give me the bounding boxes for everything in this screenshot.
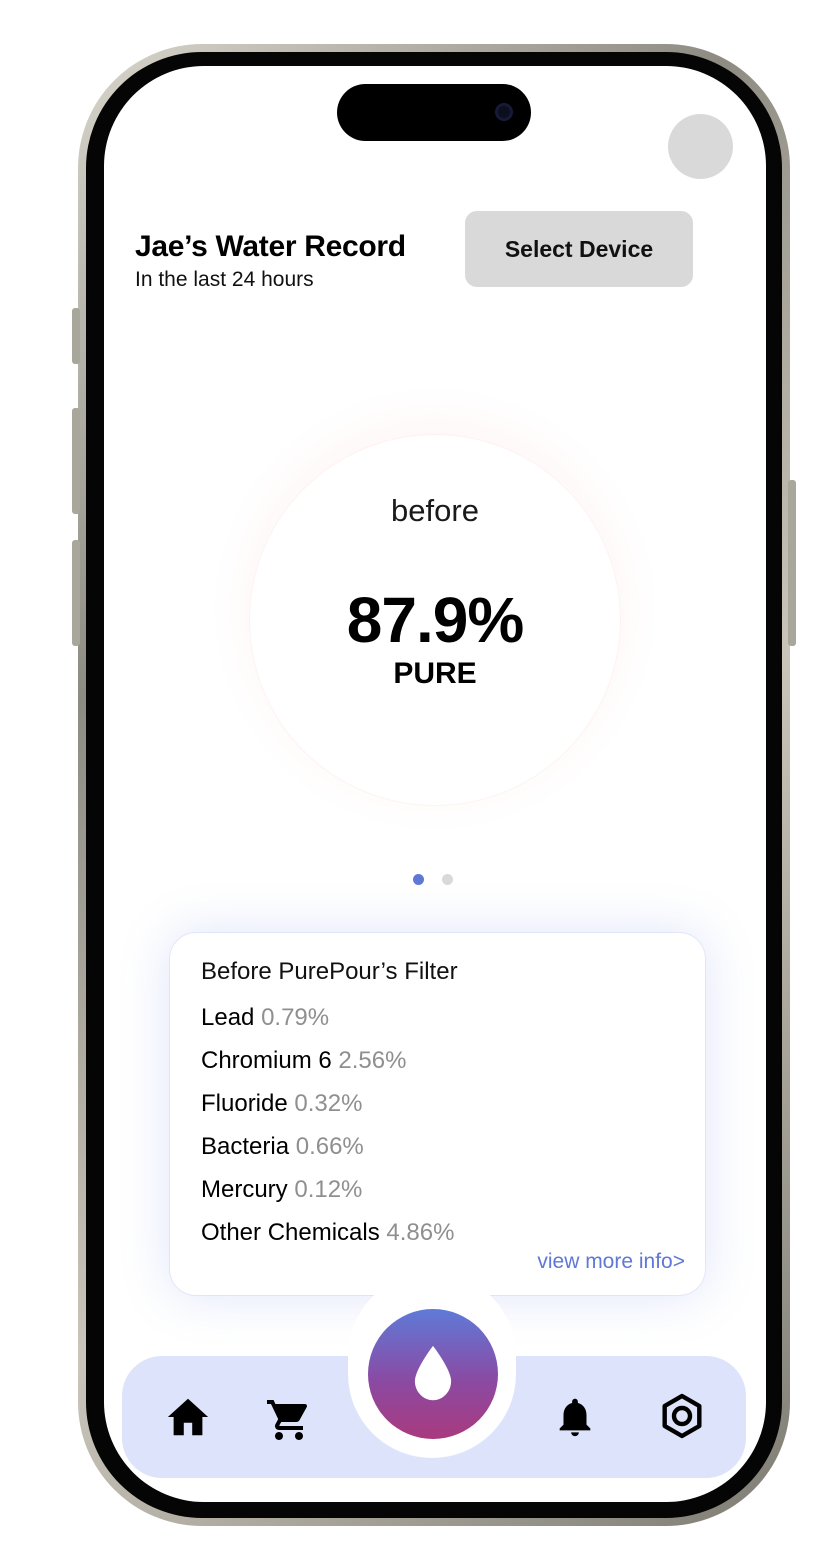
power-button [788, 480, 796, 646]
list-item: Mercury 0.12% [201, 1175, 454, 1218]
page-subtitle: In the last 24 hours [135, 268, 314, 291]
list-item: Bacteria 0.66% [201, 1132, 454, 1175]
contaminant-name: Other Chemicals [201, 1219, 380, 1246]
water-drop-button[interactable] [368, 1309, 498, 1439]
contaminant-list: Lead 0.79% Chromium 6 2.56% Fluoride 0.3… [201, 1003, 454, 1261]
contaminant-value: 4.86% [386, 1219, 455, 1246]
contaminant-value: 2.56% [338, 1047, 407, 1074]
page-indicator [413, 874, 453, 885]
contaminant-value: 0.66% [295, 1133, 364, 1160]
bottom-nav-left [122, 1356, 354, 1478]
page-title: Jae’s Water Record [135, 230, 406, 263]
volume-up-button [72, 408, 80, 514]
view-more-info-link[interactable]: view more info> [537, 1250, 685, 1274]
purity-gauge[interactable]: before 87.9% PURE [250, 435, 620, 805]
contaminant-value: 0.12% [294, 1176, 363, 1203]
contaminant-name: Mercury [201, 1176, 288, 1203]
list-item: Other Chemicals 4.86% [201, 1218, 454, 1261]
card-title: Before PurePour’s Filter [201, 958, 458, 985]
volume-down-button [72, 540, 80, 646]
camera-icon [495, 103, 513, 121]
purity-value: 87.9% [346, 584, 524, 656]
avatar[interactable] [668, 114, 733, 179]
page-dot-2[interactable] [442, 874, 453, 885]
contaminant-name: Fluoride [201, 1090, 288, 1117]
contaminant-name: Chromium 6 [201, 1047, 332, 1074]
contaminant-value: 0.32% [294, 1090, 363, 1117]
settings-icon[interactable] [658, 1392, 704, 1439]
purity-unit: PURE [393, 657, 477, 690]
list-item: Fluoride 0.32% [201, 1089, 454, 1132]
cart-icon[interactable] [265, 1396, 311, 1442]
dynamic-island [337, 84, 531, 141]
contaminant-value: 0.79% [261, 1004, 330, 1031]
silent-switch [72, 308, 80, 364]
app-screen: Jae’s Water Record In the last 24 hours … [104, 66, 766, 1502]
purity-label: before [391, 493, 479, 528]
home-icon[interactable] [165, 1394, 211, 1440]
bell-icon[interactable] [552, 1394, 598, 1440]
filter-info-card: Before PurePour’s Filter Lead 0.79% Chro… [170, 933, 705, 1295]
contaminant-name: Lead [201, 1004, 255, 1031]
page-dot-1[interactable] [413, 874, 424, 885]
list-item: Lead 0.79% [201, 1003, 454, 1046]
water-drop-icon [411, 1344, 455, 1405]
select-device-button[interactable]: Select Device [465, 211, 693, 287]
list-item: Chromium 6 2.56% [201, 1046, 454, 1089]
contaminant-name: Bacteria [201, 1133, 290, 1160]
